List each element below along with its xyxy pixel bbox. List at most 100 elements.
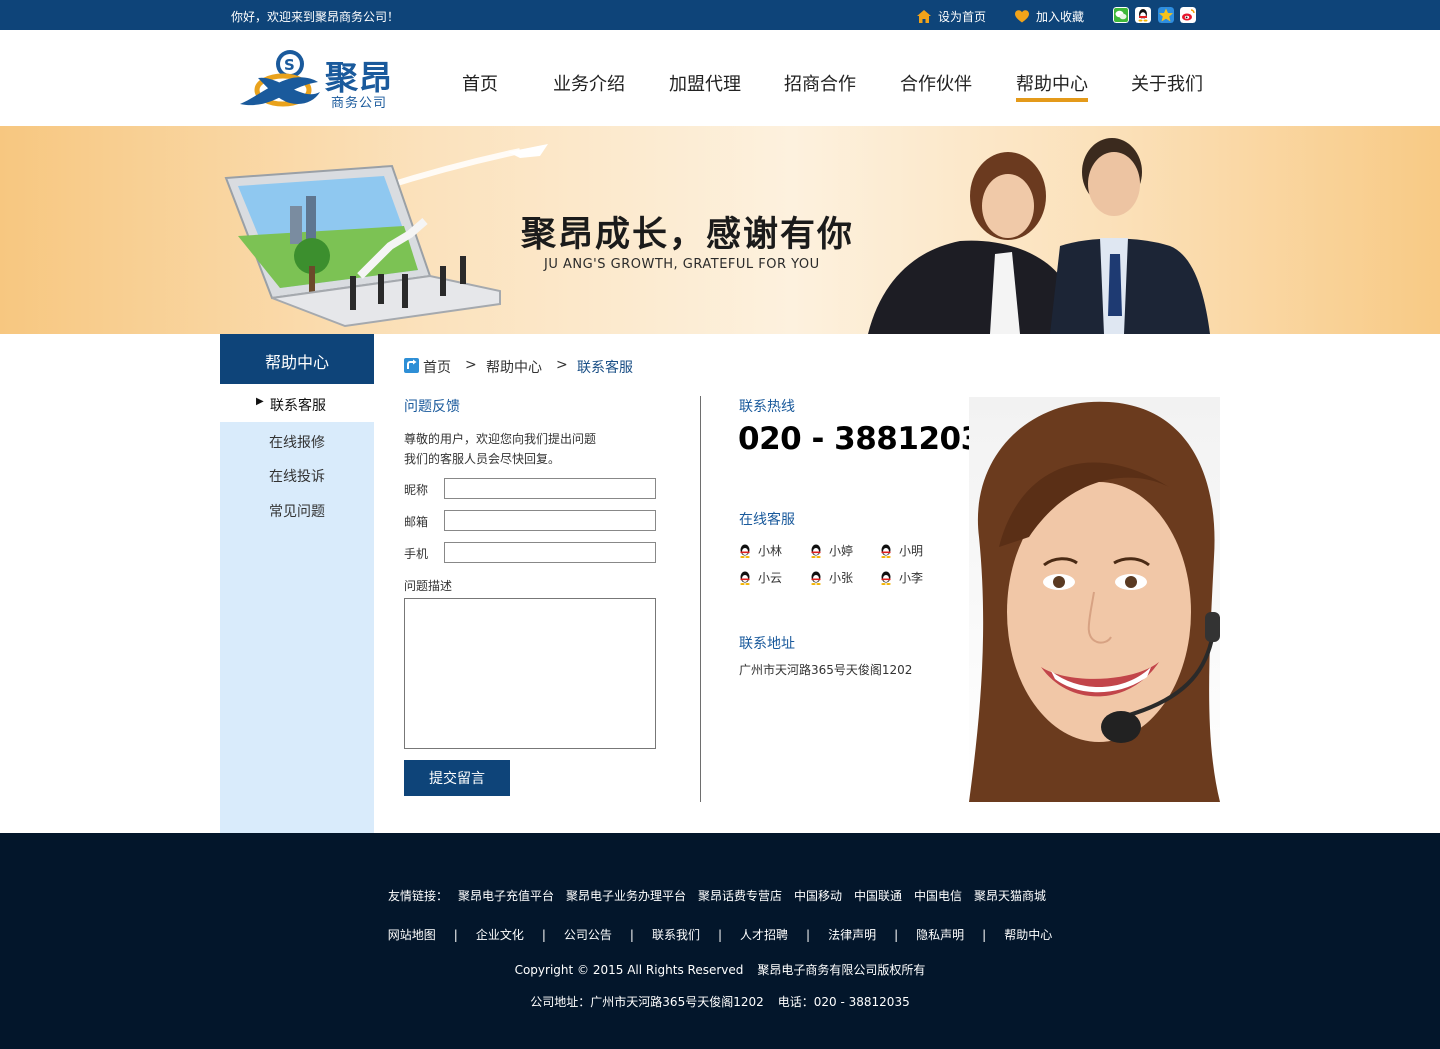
footer-separator: | <box>982 928 987 942</box>
nav-franchise[interactable]: 加盟代理 <box>669 70 741 96</box>
footer-separator: | <box>806 928 811 942</box>
company-logo[interactable]: S 聚昂 商务公司 <box>238 48 398 114</box>
laptop-illustration <box>224 164 501 328</box>
footer-link-help[interactable]: 帮助中心 <box>1004 928 1052 942</box>
footer-link-sitemap[interactable]: 网站地图 <box>388 928 436 942</box>
weibo-icon[interactable] <box>1180 7 1196 23</box>
submit-message-button[interactable]: 提交留言 <box>404 760 510 796</box>
qq-penguin-icon <box>881 544 891 558</box>
footer-nav: 网站地图 | 企业文化 | 公司公告 | 联系我们 | 人才招聘 | 法律声明 | 隐私声明 | 帮助中心 <box>0 926 1440 943</box>
breadcrumb-home-icon <box>404 358 419 373</box>
agent-link[interactable]: 小林 <box>739 542 782 559</box>
description-label: 问题描述 <box>404 579 453 593</box>
nickname-field[interactable] <box>444 478 656 499</box>
footer-separator: | <box>629 928 634 942</box>
address-title: 联系地址 <box>739 636 795 652</box>
friend-link[interactable]: 聚昂电子业务办理平台 <box>566 889 686 903</box>
site-header: S 聚昂 商务公司 首页 业务介绍 加盟代理 招商合作 合作伙伴 帮助中心 关于… <box>0 30 1440 126</box>
qq-penguin-icon <box>811 571 821 585</box>
feedback-intro-line1: 尊敬的用户，欢迎您向我们提出问题 <box>404 432 597 446</box>
agent-name: 小张 <box>829 571 854 585</box>
copyright-line: Copyright © 2015 All Rights Reserved 聚昂电子… <box>0 961 1440 978</box>
hotline-title: 联系热线 <box>739 399 795 415</box>
footer-link-legal[interactable]: 法律声明 <box>828 928 876 942</box>
footer-link-privacy[interactable]: 隐私声明 <box>916 928 964 942</box>
sidebar-heading: 帮助中心 <box>220 334 374 384</box>
description-textarea[interactable] <box>404 598 656 749</box>
footer-separator: | <box>541 928 546 942</box>
breadcrumb-help-center[interactable]: 帮助中心 <box>486 357 542 377</box>
hotline-number: 020 - 38812035 <box>738 421 1003 457</box>
qzone-icon[interactable] <box>1158 7 1174 23</box>
qq-icon[interactable] <box>1135 7 1151 23</box>
nav-partners[interactable]: 合作伙伴 <box>900 70 972 96</box>
business-people-photo <box>868 138 1210 334</box>
agent-name: 小林 <box>758 544 783 558</box>
friend-link[interactable]: 聚昂话费专营店 <box>698 889 782 903</box>
wechat-icon[interactable] <box>1113 7 1129 23</box>
qq-penguin-icon <box>811 544 821 558</box>
nav-investment[interactable]: 招商合作 <box>784 70 856 96</box>
sidebar-item-faq[interactable]: 常见问题 <box>220 501 374 521</box>
welcome-text: 你好，欢迎来到聚昂商务公司！ <box>231 10 400 24</box>
logo-emblem-icon: S <box>240 50 320 107</box>
breadcrumb-separator: > <box>556 357 568 373</box>
triangle-right-icon: ▶ <box>256 396 264 407</box>
svg-text:S: S <box>284 56 295 74</box>
footer-contact-line: 公司地址：广州市天河路365号天俊阁1202 电话：020 - 38812035 <box>0 993 1440 1010</box>
footer-link-careers[interactable]: 人才招聘 <box>740 928 788 942</box>
footer-separator: | <box>894 928 899 942</box>
footer-address: 广州市天河路365号天俊阁1202 <box>590 995 764 1009</box>
nav-home[interactable]: 首页 <box>462 70 498 96</box>
email-label: 邮箱 <box>404 515 429 529</box>
friend-links: 友情链接： 聚昂电子充值平台 聚昂电子业务办理平台 聚昂话费专营店 中国移动 中国联通 中国… <box>0 887 1440 904</box>
sidebar-item-contact-service[interactable]: ▶ 联系客服 <box>220 384 374 422</box>
qq-penguin-icon <box>881 571 891 585</box>
footer-separator: | <box>453 928 458 942</box>
heart-icon <box>1015 10 1029 23</box>
add-favorite-link[interactable]: 加入收藏 <box>1015 8 1084 25</box>
nav-about[interactable]: 关于我们 <box>1131 70 1203 96</box>
feedback-title: 问题反馈 <box>404 399 460 415</box>
breadcrumb-home[interactable]: 首页 <box>423 357 451 377</box>
qq-penguin-icon <box>740 571 750 585</box>
top-bar: 你好，欢迎来到聚昂商务公司！ 设为首页 加入收藏 <box>0 0 1440 30</box>
sidebar-item-repair[interactable]: 在线报修 <box>220 432 374 452</box>
home-icon <box>917 10 931 23</box>
friend-link[interactable]: 中国移动 <box>794 889 842 903</box>
footer-separator: | <box>717 928 723 942</box>
agent-name: 小李 <box>899 571 924 585</box>
agent-link[interactable]: 小李 <box>880 569 923 586</box>
friend-link[interactable]: 聚昂电子充值平台 <box>458 889 554 903</box>
sidebar-item-complaint[interactable]: 在线投诉 <box>220 466 374 486</box>
hero-banner: 聚昂成长，感谢有你 JU ANG'S GROWTH, GRATEFUL FOR … <box>0 126 1440 334</box>
agent-link[interactable]: 小明 <box>880 542 923 559</box>
agent-link[interactable]: 小婷 <box>810 542 853 559</box>
footer-link-announcements[interactable]: 公司公告 <box>564 928 612 942</box>
customer-service-photo <box>969 397 1220 802</box>
column-divider <box>700 396 701 802</box>
phone-field[interactable] <box>444 542 656 563</box>
friend-links-label: 友情链接： <box>387 889 448 903</box>
nickname-label: 昵称 <box>404 483 429 497</box>
nav-business[interactable]: 业务介绍 <box>553 70 625 96</box>
footer-link-culture[interactable]: 企业文化 <box>476 928 524 942</box>
footer-link-contact[interactable]: 联系我们 <box>652 928 700 942</box>
agent-name: 小明 <box>899 544 924 558</box>
breadcrumb-separator: > <box>465 357 477 373</box>
email-field[interactable] <box>444 510 656 531</box>
online-service-title: 在线客服 <box>739 512 795 528</box>
copyright-text: Copyright © 2015 All Rights Reserved <box>514 963 744 977</box>
agent-link[interactable]: 小张 <box>810 569 853 586</box>
friend-link[interactable]: 中国联通 <box>854 889 902 903</box>
sidebar: 帮助中心 ▶ 联系客服 在线报修 在线投诉 常见问题 <box>220 334 374 833</box>
banner-title: 聚昂成长，感谢有你 <box>521 214 855 255</box>
friend-link[interactable]: 聚昂天猫商城 <box>974 889 1046 903</box>
set-home-link[interactable]: 设为首页 <box>917 8 986 25</box>
agent-link[interactable]: 小云 <box>739 569 782 586</box>
footer-phone: 020 - 38812035 <box>813 995 910 1009</box>
nav-help-center[interactable]: 帮助中心 <box>1016 70 1088 102</box>
friend-link[interactable]: 中国电信 <box>914 889 962 903</box>
site-footer: 友情链接： 聚昂电子充值平台 聚昂电子业务办理平台 聚昂话费专营店 中国移动 中国联通 中国… <box>0 833 1440 1049</box>
qq-penguin-icon <box>740 544 750 558</box>
